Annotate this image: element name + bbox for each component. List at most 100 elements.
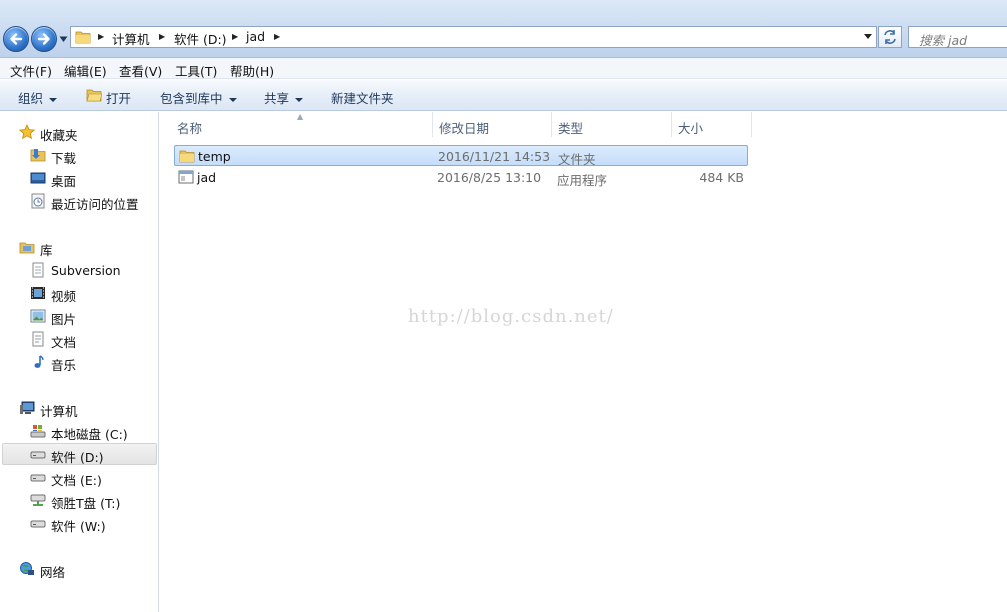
network-drive-icon [30, 494, 46, 506]
nav-item-pictures[interactable]: 图片 [2, 305, 157, 327]
column-header-label: 类型 [558, 121, 584, 136]
menu-bar: 文件(F) 编辑(E) 查看(V) 工具(T) 帮助(H) [0, 58, 1007, 79]
search-placeholder: 搜索 jad [919, 33, 968, 48]
nav-favorites[interactable]: 收藏夹 [2, 121, 157, 143]
nav-computer-label: 计算机 [40, 404, 78, 419]
nav-item-label: 本地磁盘 (C:) [51, 427, 128, 442]
forward-arrow-icon [37, 33, 50, 45]
breadcrumb-jad[interactable]: jad [246, 29, 265, 44]
nav-item-subversion[interactable]: Subversion [2, 259, 157, 281]
chevron-down-icon [295, 97, 304, 102]
nav-item-videos[interactable]: 视频 [2, 282, 157, 304]
folder-icon [179, 150, 195, 163]
refresh-button[interactable] [878, 26, 902, 48]
video-icon [31, 287, 45, 299]
nav-item-label: 软件 (D:) [51, 450, 104, 465]
nav-item-drive-t[interactable]: 领胜T盘 (T:) [2, 489, 157, 511]
file-type: 应用程序 [557, 173, 608, 188]
nav-item-music[interactable]: 音乐 [2, 351, 157, 373]
breadcrumb-separator-icon[interactable]: ▶ [232, 32, 238, 41]
column-header-size[interactable]: 大小 [672, 112, 752, 137]
nav-item-drive-e[interactable]: 文档 (E:) [2, 466, 157, 488]
forward-button[interactable] [31, 26, 57, 52]
column-header-label: 修改日期 [439, 121, 490, 136]
refresh-icon [884, 30, 896, 44]
application-icon [178, 170, 194, 184]
nav-item-label: 文档 (E:) [51, 473, 102, 488]
menu-view[interactable]: 查看(V) [119, 61, 162, 80]
menu-edit[interactable]: 编辑(E) [64, 61, 107, 80]
open-button[interactable]: 打开 [86, 88, 131, 107]
nav-item-label: 视频 [51, 289, 77, 304]
nav-item-downloads[interactable]: 下载 [2, 144, 157, 166]
nav-item-label: 音乐 [51, 358, 77, 373]
system-drive-icon [30, 425, 46, 438]
column-headers: 名称 ▲ 修改日期 类型 大小 [160, 112, 752, 137]
desktop-icon [30, 172, 46, 184]
menu-file[interactable]: 文件(F) [10, 61, 52, 80]
breadcrumb-drive-d[interactable]: 软件 (D:) [174, 29, 227, 48]
new-folder-button[interactable]: 新建文件夹 [331, 88, 394, 107]
recent-pages-dropdown-icon[interactable] [59, 35, 68, 43]
column-header-date[interactable]: 修改日期 [433, 112, 552, 137]
nav-favorites-label: 收藏夹 [40, 128, 78, 143]
file-list: 名称 ▲ 修改日期 类型 大小 temp 2016/11/21 14:53 文件… [160, 112, 1007, 612]
nav-item-drive-d[interactable]: 软件 (D:) [2, 443, 157, 465]
nav-item-label: 桌面 [51, 174, 77, 189]
menu-help[interactable]: 帮助(H) [230, 61, 274, 80]
pictures-icon [30, 309, 46, 323]
open-folder-icon [86, 89, 102, 102]
menu-tools[interactable]: 工具(T) [175, 61, 217, 80]
file-row-jad[interactable]: jad 2016/8/25 13:10 应用程序 484 KB [174, 167, 748, 188]
address-path-box[interactable]: ▶ 计算机 ▶ 软件 (D:) ▶ jad ▶ [70, 26, 877, 48]
file-name: temp [198, 149, 231, 164]
include-in-library-label: 包含到库中 [160, 91, 223, 106]
command-toolbar: 组织 打开 包含到库中 共享 新建文件夹 [0, 80, 1007, 111]
folder-icon [75, 31, 91, 44]
nav-item-label: 图片 [51, 312, 77, 327]
share-button[interactable]: 共享 [264, 88, 304, 107]
column-header-label: 大小 [678, 121, 704, 136]
back-arrow-icon [10, 33, 23, 45]
watermark-text: http://blog.csdn.net/ [408, 306, 614, 327]
nav-libraries-label: 库 [40, 243, 53, 258]
downloads-folder-icon [30, 149, 46, 162]
file-size: 484 KB [699, 170, 744, 185]
nav-item-recent-places[interactable]: 最近访问的位置 [2, 190, 157, 212]
nav-item-drive-c[interactable]: 本地磁盘 (C:) [2, 420, 157, 442]
file-row-temp[interactable]: temp 2016/11/21 14:53 文件夹 [174, 145, 748, 167]
organize-label: 组织 [18, 91, 44, 106]
file-name: jad [197, 170, 217, 185]
breadcrumb-separator-icon[interactable]: ▶ [274, 32, 280, 41]
breadcrumb-computer[interactable]: 计算机 [112, 29, 150, 48]
nav-item-label: 文档 [51, 335, 77, 350]
nav-network[interactable]: 网络 [2, 558, 157, 580]
recent-places-icon [31, 193, 45, 209]
network-globe-icon [20, 562, 34, 575]
search-input[interactable]: 搜索 jad [908, 26, 1007, 48]
nav-computer[interactable]: 计算机 [2, 397, 157, 419]
back-button[interactable] [3, 26, 29, 52]
file-modified: 2016/11/21 14:53 [438, 149, 551, 164]
organize-button[interactable]: 组织 [18, 88, 58, 107]
column-header-label: 名称 [177, 121, 203, 136]
hard-drive-icon [30, 474, 46, 482]
chevron-down-icon [228, 97, 237, 102]
hard-drive-icon [30, 451, 46, 459]
include-in-library-button[interactable]: 包含到库中 [160, 88, 237, 107]
nav-libraries[interactable]: 库 [2, 236, 157, 258]
nav-network-label: 网络 [40, 565, 66, 580]
nav-item-label: 领胜T盘 (T:) [51, 496, 121, 511]
nav-item-desktop[interactable]: 桌面 [2, 167, 157, 189]
nav-item-documents[interactable]: 文档 [2, 328, 157, 350]
nav-item-drive-w[interactable]: 软件 (W:) [2, 512, 157, 534]
breadcrumb-separator-icon[interactable]: ▶ [159, 32, 165, 41]
music-note-icon [34, 355, 44, 368]
navigation-pane: 收藏夹 下载 桌面 最近访问的位置 库 Subversion 视频 图片 文档 … [0, 112, 159, 612]
computer-icon [20, 401, 35, 414]
nav-item-label: 软件 (W:) [51, 519, 106, 534]
column-header-type[interactable]: 类型 [552, 112, 672, 137]
address-dropdown-icon[interactable] [864, 34, 872, 39]
file-type: 文件夹 [558, 152, 596, 167]
breadcrumb-separator-icon[interactable]: ▶ [98, 32, 104, 41]
